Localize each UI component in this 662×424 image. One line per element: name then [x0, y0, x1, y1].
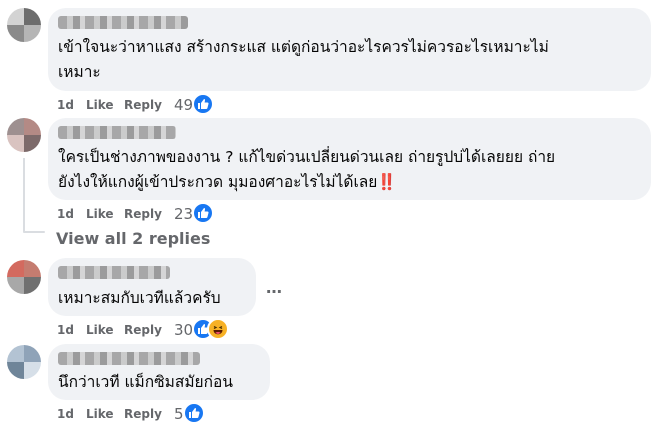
thread-line-branch [23, 231, 45, 233]
reply-button[interactable]: Reply [124, 207, 162, 221]
like-button[interactable]: Like [86, 323, 114, 337]
author-name-blurred[interactable] [58, 266, 170, 279]
reaction-count[interactable]: 30 [174, 321, 193, 339]
comment-text-line: ยังไงให้แกงผู้เข้าประกวด มุมองศาอะไรไม่ไ… [58, 169, 397, 196]
like-icon [183, 402, 205, 424]
haha-icon [207, 318, 229, 340]
reply-button[interactable]: Reply [124, 323, 162, 337]
reply-button[interactable]: Reply [124, 407, 162, 421]
thread-line [23, 158, 25, 232]
view-all-replies-link[interactable]: View all 2 replies [56, 229, 210, 248]
author-name-blurred[interactable] [58, 16, 188, 29]
reply-button[interactable]: Reply [124, 98, 162, 112]
comment-bubble: เหมาะสมกับเวทีแล้วครับ [48, 258, 256, 316]
author-name-blurred[interactable] [58, 352, 200, 365]
comment-text-line: เหมาะสมกับเวทีแล้วครับ [58, 289, 221, 307]
reaction-count[interactable]: 49 [174, 96, 193, 114]
double-exclamation-emoji: ‼️ [377, 173, 397, 191]
like-button[interactable]: Like [86, 207, 114, 221]
avatar[interactable] [7, 118, 41, 152]
like-button[interactable]: Like [86, 407, 114, 421]
timestamp[interactable]: 1d [57, 407, 74, 421]
reaction-count[interactable]: 23 [174, 205, 193, 223]
avatar[interactable] [7, 345, 41, 379]
comment-text-line: เหมาะ [58, 63, 101, 81]
comment-text-line-part: ยังไงให้แกงผู้เข้าประกวด มุมองศาอะไรไม่ไ… [58, 173, 378, 191]
avatar[interactable] [7, 8, 41, 42]
comment-bubble: นึกว่าเวที แม็กซิมสมัยก่อน [48, 344, 270, 400]
timestamp[interactable]: 1d [57, 323, 74, 337]
timestamp[interactable]: 1d [57, 98, 74, 112]
comment-text-line: เข้าใจนะว่าหาแสง สร้างกระแส แต่ดูก่อนว่า… [58, 38, 549, 56]
comment-bubble: ใครเป็นช่างภาพของงาน ? แก้ไขด่วนเปลี่ยนด… [48, 118, 651, 200]
author-name-blurred[interactable] [58, 126, 176, 139]
comment-bubble: เข้าใจนะว่าหาแสง สร้างกระแส แต่ดูก่อนว่า… [48, 8, 651, 91]
comment-text-line: นึกว่าเวที แม็กซิมสมัยก่อน [58, 373, 233, 391]
timestamp[interactable]: 1d [57, 207, 74, 221]
like-icon [192, 202, 214, 224]
like-button[interactable]: Like [86, 98, 114, 112]
like-icon [192, 93, 214, 115]
comment-text-line: ใครเป็นช่างภาพของงาน ? แก้ไขด่วนเปลี่ยนด… [58, 148, 556, 166]
more-options-button[interactable]: … [266, 278, 283, 297]
avatar[interactable] [7, 260, 41, 294]
